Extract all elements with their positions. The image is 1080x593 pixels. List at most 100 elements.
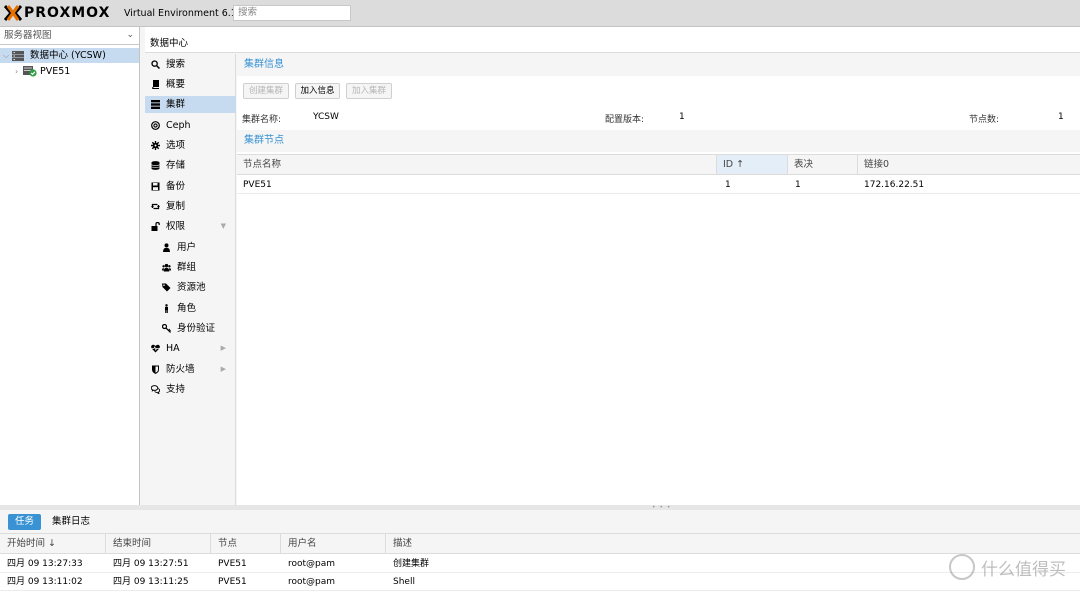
chevron-down-icon: ⌄ (126, 30, 134, 40)
table-row[interactable]: PVE51 1 1 172.16.22.51 (237, 176, 1080, 194)
tags-icon (162, 283, 171, 292)
task-grid-header: 开始时间 ↓ 结束时间 节点 用户名 描述 (0, 534, 1080, 554)
proxmox-x-icon (4, 5, 22, 21)
cell-username: root@pam (288, 559, 336, 569)
view-selector[interactable]: 服务器视图 ⌄ (0, 27, 139, 45)
nav-label: 权限 (166, 221, 186, 232)
nav-item-ceph[interactable]: Ceph (145, 117, 236, 134)
cell-node: PVE51 (218, 577, 247, 587)
ceph-icon (151, 121, 160, 130)
join-cluster-button[interactable]: 加入集群 (346, 83, 392, 99)
cell-id: 1 (725, 180, 731, 190)
create-cluster-button[interactable]: 创建集群 (243, 83, 289, 99)
chevron-right-icon[interactable]: ▶ (221, 340, 226, 357)
nodes-grid-header: 节点名称 ID ↑ 表决 链接0 (237, 154, 1080, 175)
nav-item-cluster[interactable]: 集群 (145, 96, 236, 113)
nav-label: 群组 (177, 262, 197, 273)
nav-item-replication[interactable]: 复制 (145, 198, 236, 215)
cell-description: 创建集群 (393, 559, 430, 569)
view-selector-label: 服务器视图 (4, 30, 52, 41)
logo-text: PROXMOX (24, 5, 111, 21)
server-icon (151, 100, 160, 109)
database-icon (151, 161, 160, 170)
join-info-button[interactable]: 加入信息 (295, 83, 340, 99)
nav-label: 防火墙 (166, 364, 195, 375)
tab-tasks[interactable]: 任务 (8, 514, 42, 530)
tab-cluster-log[interactable]: 集群日志 (45, 514, 97, 530)
nav-label: 概要 (166, 79, 186, 90)
cell-end-time: 四月 09 13:11:25 (113, 577, 189, 587)
nav-item-pools[interactable]: 资源池 (145, 279, 236, 296)
nav-item-search[interactable]: 搜索 (145, 56, 236, 73)
cell-description: Shell (393, 577, 415, 587)
nav-label: 资源池 (177, 282, 206, 293)
column-header-description[interactable]: 描述 (386, 534, 1080, 554)
nav-item-authentication[interactable]: 身份验证 (145, 320, 236, 337)
comments-icon (150, 385, 161, 395)
column-header-node[interactable]: 节点 (211, 534, 281, 554)
nav-item-summary[interactable]: 概要 (145, 76, 236, 93)
tree-item-label: PVE51 (40, 66, 71, 77)
column-header-id[interactable]: ID ↑ (717, 155, 788, 174)
cell-node: PVE51 (218, 559, 247, 569)
nav-item-support[interactable]: 支持 (145, 381, 236, 398)
column-header-end-time[interactable]: 结束时间 (106, 534, 211, 554)
cell-end-time: 四月 09 13:27:51 (113, 559, 189, 569)
search-icon (151, 60, 161, 70)
nav-item-ha[interactable]: HA ▶ (145, 340, 236, 357)
nav-item-firewall[interactable]: 防火墙 ▶ (145, 361, 236, 378)
page-title: 数据中心 (150, 38, 189, 49)
nav-item-users[interactable]: 用户 (145, 239, 236, 256)
nav-item-groups[interactable]: 群组 (145, 259, 236, 276)
watermark-logo-icon (949, 554, 975, 580)
chevron-down-icon[interactable]: ⌵ (3, 48, 9, 63)
shield-icon (151, 365, 160, 374)
nav-item-storage[interactable]: 存储 (145, 157, 236, 174)
cluster-name-label: 集群名称: (242, 115, 282, 125)
node-count-value: 1 (1058, 112, 1064, 122)
nav-label: 复制 (166, 201, 186, 212)
config-version-value: 1 (679, 112, 685, 122)
nav-label: 搜索 (166, 59, 186, 70)
tree-item-label: 数据中心 (YCSW) (30, 50, 106, 61)
column-header-node-name[interactable]: 节点名称 (237, 155, 717, 174)
cell-start-time: 四月 09 13:27:33 (7, 559, 83, 569)
retweet-icon (151, 202, 160, 211)
table-row[interactable]: 四月 09 13:11:02 四月 09 13:11:25 PVE51 root… (0, 573, 1080, 591)
nav-item-permissions[interactable]: 权限 ▼ (145, 218, 236, 235)
nav-item-options[interactable]: 选项 (145, 137, 236, 154)
cell-node-name: PVE51 (243, 180, 272, 190)
nav-item-backup[interactable]: 备份 (145, 178, 236, 195)
cluster-nodes-title: 集群节点 (237, 130, 1080, 152)
column-header-votes[interactable]: 表决 (788, 155, 858, 174)
chevron-right-icon[interactable]: › (15, 64, 18, 79)
column-header-username[interactable]: 用户名 (281, 534, 386, 554)
column-header-start-time[interactable]: 开始时间 ↓ (0, 534, 106, 554)
nav-label: 角色 (177, 303, 197, 314)
tree-item-datacenter[interactable]: ⌵ 数据中心 (YCSW) (0, 48, 139, 63)
cluster-name-value: YCSW (313, 112, 339, 122)
cell-link0: 172.16.22.51 (864, 180, 925, 190)
user-icon (162, 243, 171, 252)
users-icon (162, 263, 171, 272)
node-count-label: 节点数: (969, 115, 1000, 125)
nav-label: 支持 (166, 384, 186, 395)
proxmox-logo[interactable]: PROXMOX (4, 5, 110, 21)
top-bar: PROXMOX Virtual Environment 6.1-8 搜索 (0, 0, 1080, 27)
task-log-tabs: 任务 集群日志 (0, 510, 1080, 534)
nav-label: 用户 (177, 242, 197, 253)
nav-item-roles[interactable]: 角色 (145, 300, 236, 317)
tree-item-node[interactable]: › PVE51 (0, 64, 139, 79)
task-log-panel: 任务 集群日志 开始时间 ↓ 结束时间 节点 用户名 描述 四月 09 13:2… (0, 510, 1080, 593)
cluster-panel: 集群信息 创建集群 加入信息 加入集群 集群名称: YCSW 配置版本: 1 节… (237, 54, 1080, 505)
table-row[interactable]: 四月 09 13:27:33 四月 09 13:27:51 PVE51 root… (0, 555, 1080, 573)
chevron-down-icon[interactable]: ▼ (221, 218, 226, 235)
config-version-label: 配置版本: (605, 115, 645, 125)
column-header-link0[interactable]: 链接0 (858, 155, 1080, 174)
search-input[interactable]: 搜索 (233, 5, 351, 21)
chevron-right-icon[interactable]: ▶ (221, 361, 226, 378)
nav-label: 选项 (166, 140, 186, 151)
watermark: 什么值得买 (949, 553, 1066, 581)
cell-username: root@pam (288, 577, 336, 587)
heartbeat-icon (151, 344, 160, 353)
